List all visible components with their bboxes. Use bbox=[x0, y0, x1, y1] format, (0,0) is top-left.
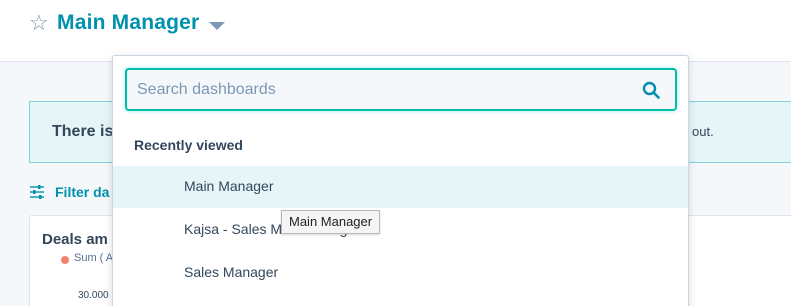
dashboard-option-sales-manager[interactable]: Sales Manager bbox=[113, 252, 688, 294]
banner-text: There is bbox=[52, 123, 114, 140]
dashboard-option-main-manager[interactable]: Main Manager bbox=[113, 166, 688, 208]
dashboard-option-label: Sales Manager bbox=[184, 264, 279, 280]
search-field bbox=[125, 68, 677, 111]
banner-text-tail: out. bbox=[692, 124, 714, 139]
filter-dashboard-link[interactable]: Filter da bbox=[55, 184, 109, 200]
dashboard-title[interactable]: Main Manager bbox=[57, 11, 199, 35]
report-title: Deals am bbox=[42, 231, 108, 248]
dashboard-option-kajsa-sales-main-manager[interactable]: Kajsa - Sales Main Manager bbox=[113, 209, 688, 251]
recently-viewed-heading: Recently viewed bbox=[134, 137, 243, 153]
filter-icon[interactable] bbox=[30, 185, 44, 199]
tooltip: Main Manager bbox=[281, 210, 381, 234]
y-axis-tick: 30.000 bbox=[78, 290, 109, 301]
chevron-down-icon[interactable] bbox=[209, 22, 225, 30]
legend-label: Sum ( A bbox=[74, 252, 114, 264]
search-input[interactable] bbox=[137, 70, 627, 109]
search-icon[interactable] bbox=[642, 81, 660, 99]
dashboard-option-label: Main Manager bbox=[184, 178, 274, 194]
legend-marker bbox=[61, 256, 69, 264]
star-icon[interactable]: ☆ bbox=[29, 12, 49, 34]
